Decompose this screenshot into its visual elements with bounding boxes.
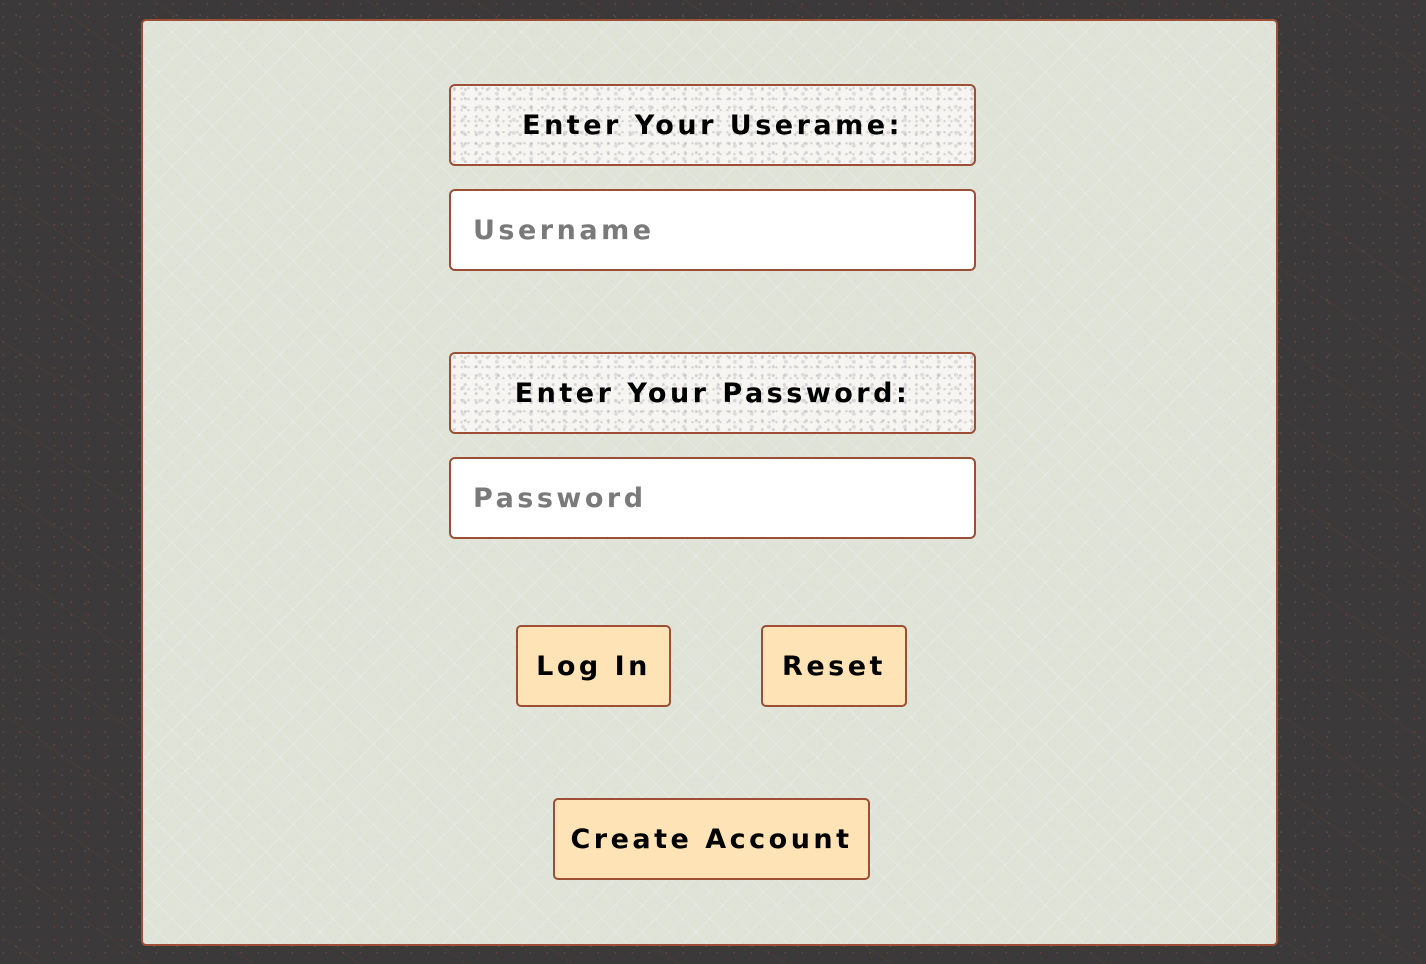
password-label: Enter Your Password: bbox=[449, 352, 976, 434]
password-input[interactable] bbox=[449, 457, 976, 539]
reset-button[interactable]: Reset bbox=[761, 625, 907, 707]
create-account-button[interactable]: Create Account bbox=[553, 798, 870, 880]
username-label: Enter Your Userame: bbox=[449, 84, 976, 166]
login-panel: Enter Your Userame: Enter Your Password:… bbox=[141, 19, 1278, 946]
login-button[interactable]: Log In bbox=[516, 625, 671, 707]
username-input[interactable] bbox=[449, 189, 976, 271]
